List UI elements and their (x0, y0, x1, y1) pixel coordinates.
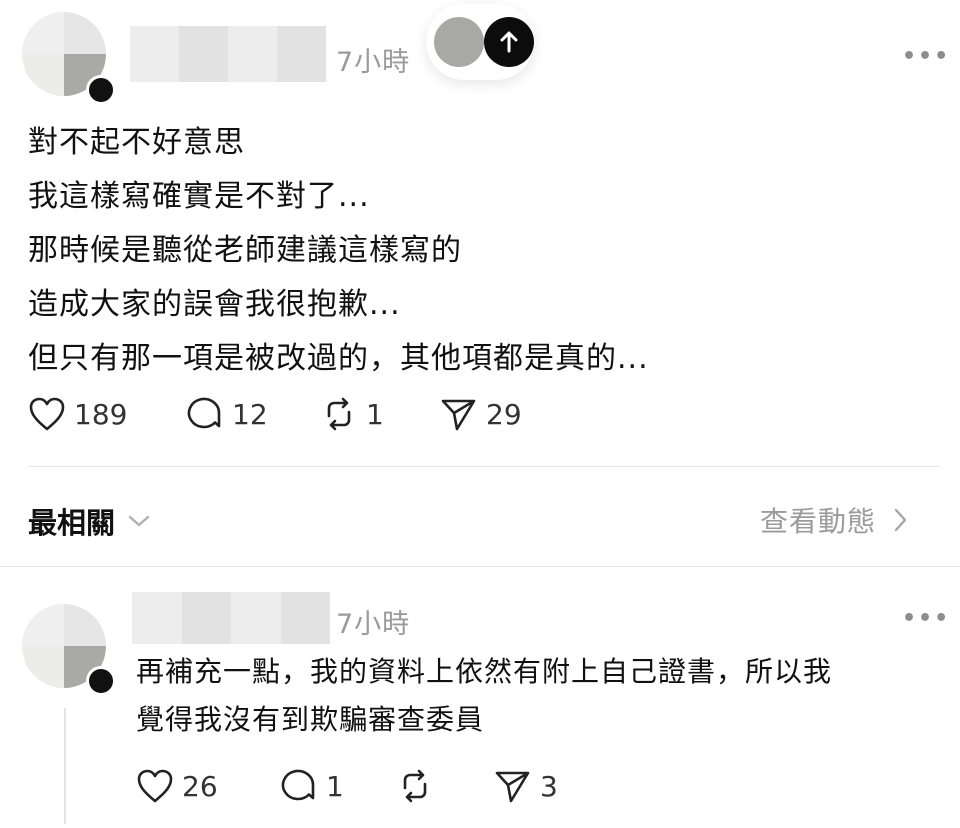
like-button[interactable]: 189 (28, 396, 127, 432)
reply-more-button[interactable]: ••• (902, 606, 950, 631)
reply-share-count: 3 (540, 769, 558, 803)
view-activity-label: 查看動態 (760, 505, 877, 538)
divider (0, 566, 960, 567)
new-post-avatar (434, 17, 484, 67)
scroll-to-top-button[interactable] (484, 17, 534, 67)
reply-timestamp: 7小時 (336, 609, 411, 640)
view-activity-link[interactable]: 查看動態 (760, 500, 908, 540)
comment-button[interactable]: 12 (186, 396, 268, 432)
avatar-badge (86, 75, 116, 105)
reply-share-button[interactable]: 3 (494, 768, 558, 804)
post-line: 我這樣寫確實是不對了... (28, 179, 370, 214)
reply-author-name-redacted[interactable] (132, 592, 330, 644)
post-body: 對不起不好意思 我這樣寫確實是不對了... 那時候是聽從老師建議這樣寫的 造成大… (28, 116, 649, 386)
reply-line: 再補充一點，我的資料上依然有附上自己證書，所以我 (136, 655, 833, 688)
comment-icon (281, 769, 315, 801)
reply-body: 再補充一點，我的資料上依然有附上自己證書，所以我 覺得我沒有到欺騙審查委員 (136, 648, 832, 744)
comment-icon (187, 397, 221, 429)
author-name-redacted[interactable] (130, 26, 326, 82)
sort-label: 最相關 (28, 506, 116, 540)
repost-icon (327, 397, 351, 431)
repost-icon (403, 769, 427, 803)
share-button[interactable]: 29 (440, 396, 522, 432)
share-count: 29 (486, 397, 522, 431)
post-more-button[interactable]: ••• (902, 44, 950, 69)
arrow-up-icon (500, 31, 518, 53)
reply-comment-button[interactable]: 1 (280, 768, 344, 804)
divider (28, 466, 940, 467)
avatar-badge (86, 666, 116, 696)
send-icon (441, 399, 476, 431)
chevron-down-icon (128, 515, 150, 527)
sort-dropdown[interactable]: 最相關 (28, 500, 151, 542)
heart-icon (29, 397, 65, 431)
post-line: 造成大家的誤會我很抱歉... (28, 287, 401, 322)
chevron-right-icon (894, 508, 907, 532)
thread-line (64, 708, 66, 824)
post-line: 那時候是聽從老師建議這樣寫的 (28, 233, 462, 268)
heart-icon (137, 769, 173, 803)
reply-comment-count: 1 (326, 769, 344, 803)
comment-count: 12 (232, 397, 268, 431)
post-line: 但只有那一項是被改過的，其他項都是真的... (28, 341, 649, 376)
reply-line: 覺得我沒有到欺騙審查委員 (136, 703, 485, 736)
post-line: 對不起不好意思 (28, 125, 245, 160)
post-timestamp: 7小時 (336, 47, 411, 78)
send-icon (495, 771, 530, 803)
reply-like-button[interactable]: 26 (136, 768, 218, 804)
reply-repost-button[interactable] (396, 768, 442, 804)
reply-like-count: 26 (182, 769, 218, 803)
repost-count: 1 (366, 397, 384, 431)
like-count: 189 (74, 397, 128, 431)
repost-button[interactable]: 1 (320, 396, 384, 432)
